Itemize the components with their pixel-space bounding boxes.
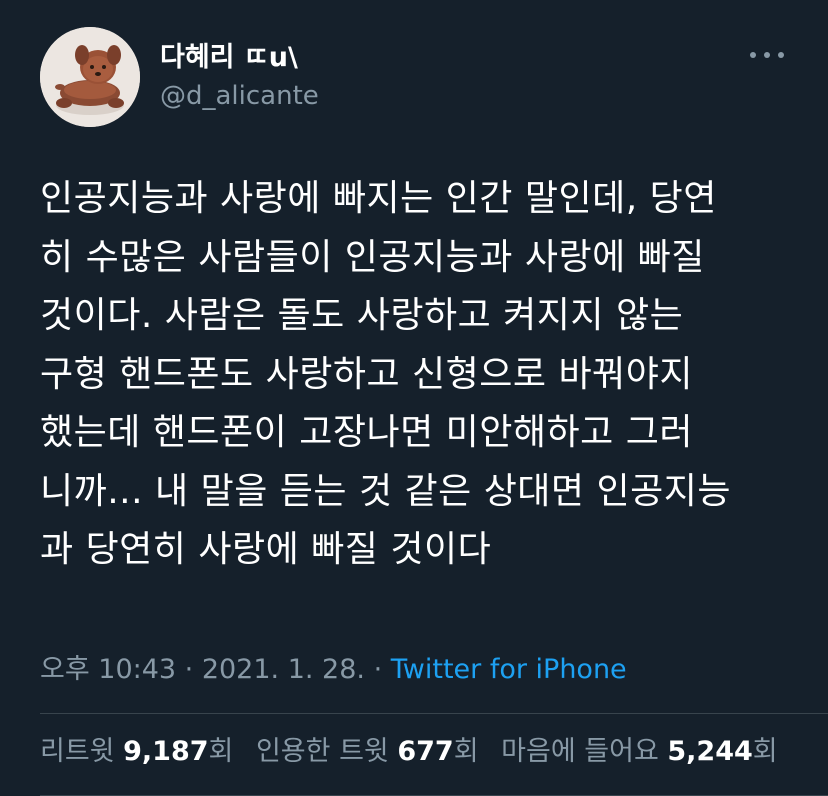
divider [40,713,828,714]
likes-stat[interactable]: 마음에 들어요 5,244회 [501,736,777,767]
user-handle[interactable]: @d_alicante [160,79,319,113]
meta-separator: · [365,654,391,685]
tweet-source-link[interactable]: Twitter for iPhone [391,654,627,685]
tweet-time[interactable]: 오후 10:43 [40,654,176,685]
display-name-suffix[interactable]: ㄸu\ [244,42,298,73]
display-name[interactable]: 다혜리 ㄸu\ [160,41,319,75]
tweet-stats: 리트윗 9,187회 인용한 트윗 677회 마음에 들어요 5,244회 [40,734,792,770]
likes-count: 5,244 [667,736,753,767]
author-names[interactable]: 다혜리 ㄸu\ @d_alicante [160,41,319,113]
tweet-text: 인공지능과 사랑에 빠지는 인간 말인데, 당연 히 수많은 사람들이 인공지능… [40,178,731,570]
more-dot [764,52,770,58]
quotes-unit: 회 [453,736,479,767]
more-dot [750,52,756,58]
retweets-count: 9,187 [123,736,209,767]
tweet-date[interactable]: 2021. 1. 28. [202,654,365,685]
more-dots-icon[interactable] [750,45,784,65]
tweet-header: 다혜리 ㄸu\ @d_alicante [40,27,788,127]
tweet-meta: 오후 10:43 · 2021. 1. 28. · Twitter for iP… [40,652,627,688]
retweets-label: 리트윗 [40,736,115,767]
retweets-stat[interactable]: 리트윗 9,187회 [40,736,233,767]
display-name-text[interactable]: 다혜리 [160,42,235,73]
avatar[interactable] [40,27,140,127]
quotes-label: 인용한 트윗 [255,736,389,767]
quotes-stat[interactable]: 인용한 트윗 677회 [256,736,479,767]
likes-unit: 회 [752,736,778,767]
quotes-count: 677 [397,736,454,767]
dog-figurine-avatar-image [40,27,140,127]
tweet-detail: 다혜리 ㄸu\ @d_alicante 인공지능과 사랑에 빠지는 인간 말인데… [0,0,828,796]
more-dot [778,52,784,58]
meta-separator: · [176,654,202,685]
retweets-unit: 회 [208,736,234,767]
likes-label: 마음에 들어요 [501,736,659,767]
